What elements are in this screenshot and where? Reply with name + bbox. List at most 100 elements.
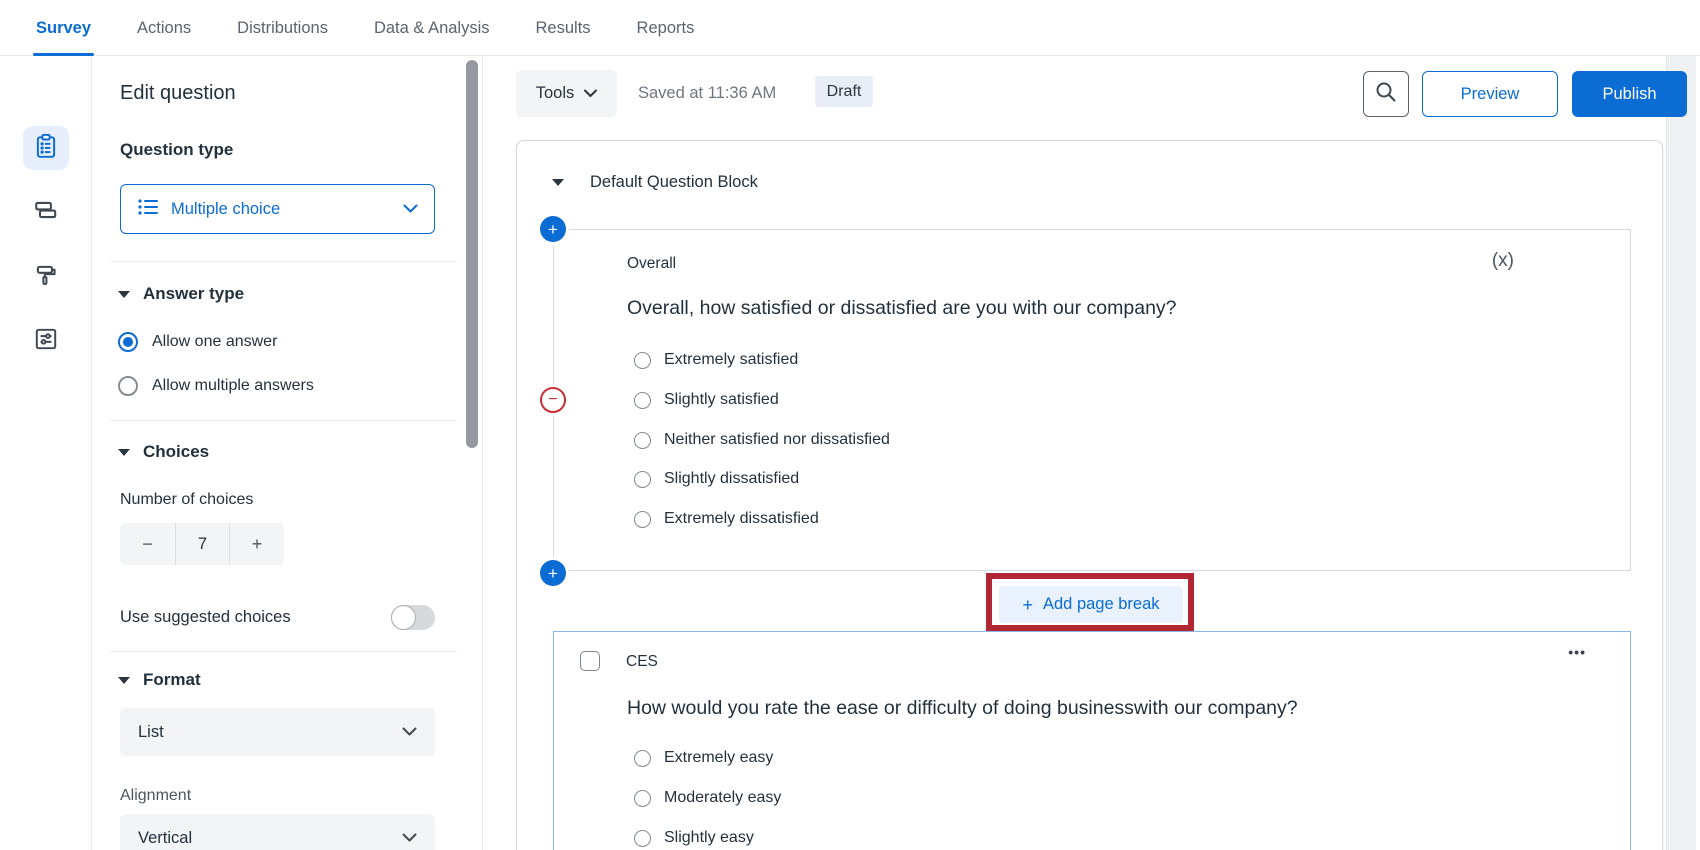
multiple-choice-icon (137, 197, 159, 222)
choice-row[interactable]: Slightly satisfied (634, 391, 779, 409)
ellipsis-menu-icon[interactable]: ••• (1568, 644, 1586, 660)
question-select-checkbox[interactable] (580, 651, 600, 671)
format-value: List (138, 723, 164, 742)
choices-header[interactable]: Choices (118, 442, 209, 462)
panel-title: Edit question (120, 82, 236, 105)
choice-label: Extremely dissatisfied (664, 510, 819, 528)
choice-label: Slightly dissatisfied (664, 470, 799, 488)
question-type-select[interactable]: Multiple choice (120, 184, 435, 234)
radio-unselected-icon (634, 511, 651, 528)
insert-question-below-button[interactable]: + (540, 560, 566, 586)
radio-unselected-icon (634, 830, 651, 847)
sliders-panel-icon (33, 326, 59, 357)
radio-unselected-icon (118, 376, 138, 396)
radio-unselected-icon (634, 750, 651, 767)
block-title: Default Question Block (590, 173, 758, 192)
number-of-choices-stepper: − 7 + (120, 523, 284, 565)
collapse-triangle-icon (118, 291, 130, 298)
tab-reports[interactable]: Reports (637, 0, 695, 56)
collapse-triangle-icon (118, 677, 130, 684)
radio-allow-multiple-answers[interactable]: Allow multiple answers (118, 376, 314, 396)
paint-roller-icon (33, 262, 59, 293)
choice-label: Extremely satisfied (664, 351, 798, 369)
add-page-break-label: Add page break (1043, 595, 1160, 614)
question-text[interactable]: How would you rate the ease or difficult… (627, 697, 1298, 720)
choice-label: Extremely easy (664, 749, 773, 767)
answer-type-header[interactable]: Answer type (118, 284, 244, 304)
insert-question-above-button[interactable]: + (540, 216, 566, 242)
panel-scrollbar[interactable] (466, 60, 478, 448)
tab-data-analysis[interactable]: Data & Analysis (374, 0, 490, 56)
choice-row[interactable]: Slightly dissatisfied (634, 470, 799, 488)
choice-label: Neither satisfied nor dissatisfied (664, 431, 890, 449)
choice-row[interactable]: Extremely dissatisfied (634, 510, 819, 528)
divider (110, 420, 457, 421)
publish-button[interactable]: Publish (1572, 71, 1687, 117)
answer-type-label: Answer type (143, 284, 244, 304)
search-button[interactable] (1363, 71, 1409, 117)
radio-unselected-icon (634, 392, 651, 409)
draft-status-badge: Draft (815, 76, 873, 107)
top-nav: Survey Actions Distributions Data & Anal… (0, 0, 1700, 56)
sidebar-item-survey-flow[interactable] (23, 190, 69, 234)
choices-label: Choices (143, 442, 209, 462)
chevron-down-icon (402, 727, 417, 737)
tab-actions[interactable]: Actions (137, 0, 191, 56)
radio-unselected-icon (634, 471, 651, 488)
question-card-overall[interactable]: Overall (x) Overall, how satisfied or di… (553, 229, 1631, 571)
choice-label: Moderately easy (664, 789, 781, 807)
preview-button[interactable]: Preview (1422, 71, 1558, 117)
question-card-ces[interactable]: CES ••• How would you rate the ease or d… (553, 631, 1631, 850)
block-collapse-header[interactable]: Default Question Block (552, 173, 758, 192)
question-text[interactable]: Overall, how satisfied or dissatisfied a… (627, 297, 1177, 320)
piped-text-badge: (x) (1492, 250, 1514, 272)
sidebar-item-survey-options[interactable] (23, 319, 69, 363)
plus-icon: + (548, 565, 558, 582)
tab-distributions[interactable]: Distributions (237, 0, 328, 56)
tab-survey[interactable]: Survey (36, 0, 91, 56)
divider (110, 651, 457, 652)
remove-question-button[interactable]: − (540, 387, 566, 413)
tab-results[interactable]: Results (536, 0, 591, 56)
choice-label: Slightly satisfied (664, 391, 779, 409)
choices-count-value[interactable]: 7 (175, 523, 229, 565)
chevron-down-icon (403, 204, 418, 214)
decrease-choices-button[interactable]: − (120, 523, 175, 565)
radio-allow-one-answer[interactable]: Allow one answer (118, 332, 277, 352)
format-select[interactable]: List (120, 708, 435, 756)
increase-choices-button[interactable]: + (229, 523, 284, 565)
format-label: Format (143, 670, 201, 690)
blocks-icon (33, 197, 59, 228)
choice-row[interactable]: Extremely satisfied (634, 351, 798, 369)
alignment-select[interactable]: Vertical (120, 814, 435, 850)
canvas-scrollbar-track[interactable] (1666, 56, 1696, 850)
choice-row[interactable]: Neither satisfied nor dissatisfied (634, 431, 890, 449)
clipboard-icon (33, 133, 59, 164)
sidebar-item-look-and-feel[interactable] (23, 255, 69, 299)
choice-row[interactable]: Slightly easy (634, 829, 754, 847)
question-block-card: Default Question Block Overall (x) Overa… (516, 140, 1663, 850)
saved-status-text: Saved at 11:36 AM (638, 84, 776, 103)
use-suggested-choices-toggle[interactable] (391, 605, 435, 630)
edit-question-panel: Edit question Question type Multiple cho… (92, 56, 483, 850)
minus-icon: − (548, 392, 557, 408)
search-icon (1375, 81, 1397, 108)
question-type-label: Question type (120, 140, 233, 160)
use-suggested-choices-row: Use suggested choices (120, 605, 435, 630)
plus-icon: + (548, 221, 558, 238)
choice-row[interactable]: Moderately easy (634, 789, 781, 807)
radio-unselected-icon (634, 352, 651, 369)
qualtrics-survey-editor: Survey Actions Distributions Data & Anal… (0, 0, 1700, 850)
nav-tabs: Survey Actions Distributions Data & Anal… (36, 0, 694, 56)
format-header[interactable]: Format (118, 670, 201, 690)
collapse-triangle-icon (118, 449, 130, 456)
tools-button[interactable]: Tools (516, 70, 617, 117)
sidebar-item-survey-builder[interactable] (23, 126, 69, 170)
question-type-value: Multiple choice (171, 200, 280, 219)
radio-unselected-icon (634, 432, 651, 449)
choice-row[interactable]: Extremely easy (634, 749, 773, 767)
alignment-value: Vertical (138, 829, 192, 848)
add-page-break-button[interactable]: + Add page break (999, 586, 1183, 623)
plus-icon: + (1022, 596, 1033, 614)
number-of-choices-label: Number of choices (120, 491, 253, 509)
